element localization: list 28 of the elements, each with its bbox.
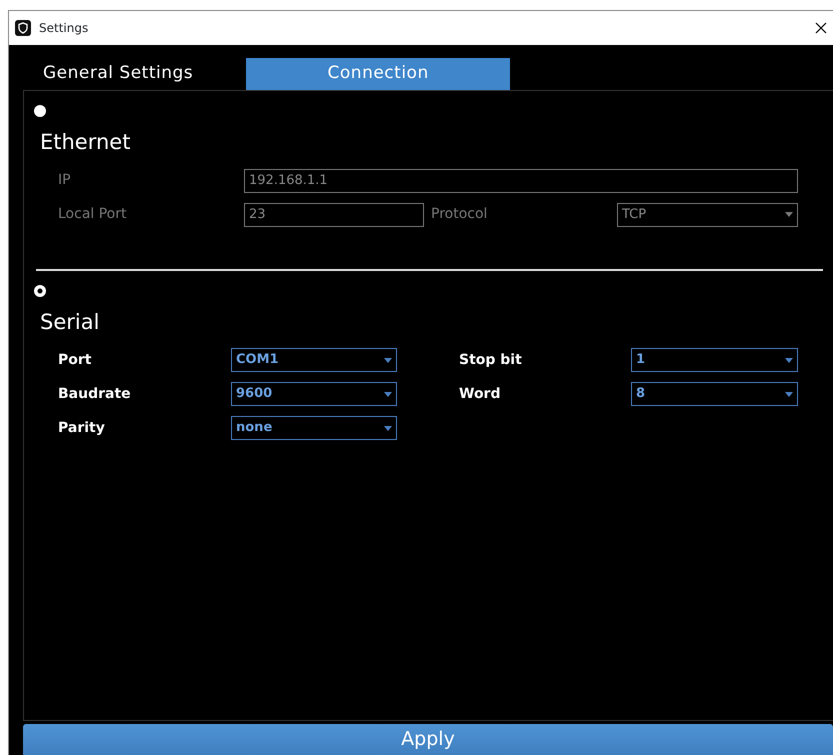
field-label: Local Port (58, 205, 128, 224)
field-label: Port (58, 350, 92, 370)
dropdown[interactable]: 1 (631, 348, 798, 372)
close-icon[interactable] (815, 22, 827, 34)
caret-icon (384, 358, 392, 362)
field-label: Stop bit (459, 350, 523, 370)
apply-button[interactable]: Apply (23, 724, 833, 755)
radio-button[interactable] (34, 284, 46, 296)
caret-icon (384, 392, 392, 396)
field-label: Parity (58, 418, 106, 438)
dropdown[interactable]: 8 (631, 382, 798, 406)
window-title: Settings (39, 20, 88, 37)
section-title: Serial (40, 308, 100, 336)
field-label: Word (459, 384, 502, 404)
field-label: Protocol (431, 205, 488, 224)
field-label: IP (58, 171, 72, 190)
tab[interactable]: General Settings (23, 58, 214, 90)
dropdown[interactable]: COM1 (231, 348, 397, 372)
dropdown[interactable]: 9600 (231, 382, 397, 406)
app-icon (15, 20, 31, 36)
field-label: Baudrate (58, 384, 132, 404)
caret-icon (785, 358, 793, 362)
caret-icon (384, 426, 392, 430)
tab[interactable]: Connection (246, 58, 510, 90)
section-title: Ethernet (40, 129, 132, 156)
caret-icon (785, 392, 793, 396)
dropdown[interactable]: none (231, 416, 397, 440)
caret-icon (785, 212, 793, 217)
